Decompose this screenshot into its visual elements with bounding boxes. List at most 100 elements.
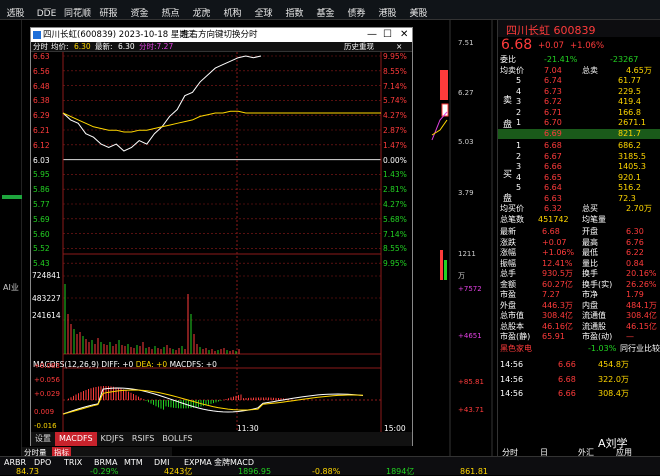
quote-row: 14:56 6.66 454.8万: [498, 360, 660, 371]
toolbar-icon: [42, 2, 51, 9]
quote-cell: 6.65: [544, 172, 562, 182]
indicator-tab-3[interactable]: RSIFS: [128, 432, 159, 446]
indicator-tab-0[interactable]: 设置: [31, 432, 55, 446]
toolbar-item-10[interactable]: 基金: [310, 1, 341, 19]
quote-cell: 涨跌: [500, 237, 516, 247]
quote-price-row: 6.68 +0.07 +1.06%: [498, 37, 660, 55]
quote-cell: 2.70万: [626, 204, 652, 213]
toolbar-item-5[interactable]: 热点: [155, 1, 186, 19]
subtabs: 分时量 指标: [22, 447, 172, 458]
indicator-tab-1[interactable]: MACDFS: [55, 432, 97, 446]
macd-tick: +0.029: [34, 390, 60, 398]
quote-cell: +0.07: [542, 237, 567, 247]
quote-cell: 换手(实): [582, 279, 613, 289]
quote-cell: 6.66: [544, 162, 562, 171]
quote-cell: 26.26%: [626, 279, 657, 289]
indicator-tab-2[interactable]: KDJFS: [97, 432, 128, 446]
quote-cell: 总笔数: [500, 214, 524, 224]
quote-row: 6.63 72.3: [498, 194, 660, 205]
status-item-3[interactable]: BRMA: [94, 458, 117, 467]
quote-cell: 484.1万: [626, 300, 657, 310]
indicator-tab-4[interactable]: BOLLFS: [158, 432, 196, 446]
quote-cell: 308.4万: [598, 389, 629, 398]
toolbar-item-13[interactable]: 美股: [403, 1, 434, 19]
quote-cell: 6.71: [544, 107, 562, 117]
quote-row: 总市值 308.4亿 流通值 308.4亿: [498, 311, 660, 322]
quote-cell: 46.16亿: [542, 321, 573, 331]
quote-cell: 61.77: [618, 76, 641, 85]
quote-cell: 2: [516, 107, 522, 117]
quote-cell: 6.64: [544, 183, 562, 192]
quote-cell: -1.03%: [588, 343, 617, 353]
quote-cell: 市盈(静): [500, 332, 531, 341]
toolbar-label: 港股: [378, 8, 397, 19]
toolbar-icon: [383, 2, 392, 9]
status-item-7[interactable]: 金牌MACD: [214, 458, 254, 467]
toolbar-item-1[interactable]: DDE: [31, 1, 62, 19]
svg-text:+43.71: +43.71: [458, 406, 484, 414]
svg-text:1211: 1211: [458, 250, 476, 258]
quote-cell: 均卖价: [500, 65, 524, 75]
svg-text:3.79: 3.79: [458, 189, 474, 197]
toolbar-item-7[interactable]: 机构: [217, 1, 248, 19]
toolbar-item-3[interactable]: 研报: [93, 1, 124, 19]
quote-row: 4 6.73 229.5: [498, 87, 660, 98]
quote-cell: 开盘: [582, 227, 598, 236]
quote-cell: 均买价: [500, 204, 524, 213]
quote-cell: 1405.3: [618, 162, 646, 171]
quote-row: 5 6.74 61.77: [498, 76, 660, 87]
toolbar-item-11[interactable]: 债券: [341, 1, 372, 19]
svg-text:+4651: +4651: [458, 332, 482, 340]
toolbar-icon: [228, 2, 237, 9]
toolbar-item-0[interactable]: 选股: [0, 1, 31, 19]
stock-change: +0.07: [538, 41, 565, 51]
macd-tick: 0.009: [34, 408, 55, 416]
quote-cell: 金额: [500, 279, 516, 289]
toolbar-label: DDE: [36, 8, 57, 19]
quote-title-bar: 四川长虹 600839: [498, 20, 660, 37]
left-bar: [2, 195, 22, 199]
sell-side-label: 盘: [503, 120, 513, 130]
toolbar-item-4[interactable]: 资金: [124, 1, 155, 19]
left-strip: AI业: [0, 20, 22, 456]
quote-row: 涨跌 +0.07 最高 6.76: [498, 238, 660, 249]
indicator-tabs[interactable]: 设置 MACDFS KDJFS RSIFS BOLLFS: [31, 432, 412, 446]
quote-cell: 229.5: [618, 86, 641, 96]
toolbar-item-2[interactable]: 同花顺: [62, 1, 93, 19]
quote-cell: 65.91: [542, 332, 565, 341]
status-item-0[interactable]: ARBR: [4, 458, 26, 467]
quote-cell: 6.73: [544, 86, 562, 96]
quote-cell: 总卖: [582, 65, 598, 75]
quote-row: 外盘 446.3万 内盘 484.1万: [498, 301, 660, 312]
quote-row: 均买价 6.32 总买 2.70万: [498, 204, 660, 215]
status-item-4[interactable]: MTM: [124, 458, 143, 467]
quote-cell: 最新: [500, 227, 516, 236]
quote-cell: 6.68: [558, 374, 576, 384]
quote-cell: 最高: [582, 237, 598, 247]
quote-row: 振幅 12.41% 量比 0.84: [498, 259, 660, 270]
quote-cell: 419.4: [618, 97, 641, 106]
macd-tick: -0.016: [34, 422, 57, 430]
toolbar-item-8[interactable]: 全球: [248, 1, 279, 19]
toolbar-item-9[interactable]: 指数: [279, 1, 310, 19]
status-item-1[interactable]: DPO: [34, 458, 51, 467]
status-item-6[interactable]: EXPMA: [184, 458, 212, 467]
quote-cell: 总市值: [500, 311, 524, 320]
toolbar-icon: [352, 2, 361, 9]
status-item-5[interactable]: DMI: [154, 458, 169, 467]
toolbar-label: 指数: [285, 8, 304, 19]
toolbar-item-12[interactable]: 港股: [372, 1, 403, 19]
quote-row: 5 6.64 516.2: [498, 183, 660, 194]
toolbar-label: 龙虎: [192, 8, 211, 19]
quote-row: 6.69 821.7: [498, 128, 660, 139]
quote-cell: +1.06%: [542, 248, 575, 257]
quote-row: 2 6.67 3185.5: [498, 152, 660, 163]
status-item-2[interactable]: TRIX: [64, 458, 82, 467]
quote-cell: 5: [516, 76, 522, 85]
quote-cell: 委比: [500, 55, 516, 64]
intraday-popup-window[interactable]: 四川长虹(600839) 2023-10-18 星期三 左右方向键切换分时 — …: [30, 27, 413, 446]
quote-cell: 市盈(动): [582, 332, 613, 341]
quote-cell: 4: [516, 172, 522, 182]
quote-cell: 外盘: [500, 300, 516, 310]
toolbar-item-6[interactable]: 龙虎: [186, 1, 217, 19]
